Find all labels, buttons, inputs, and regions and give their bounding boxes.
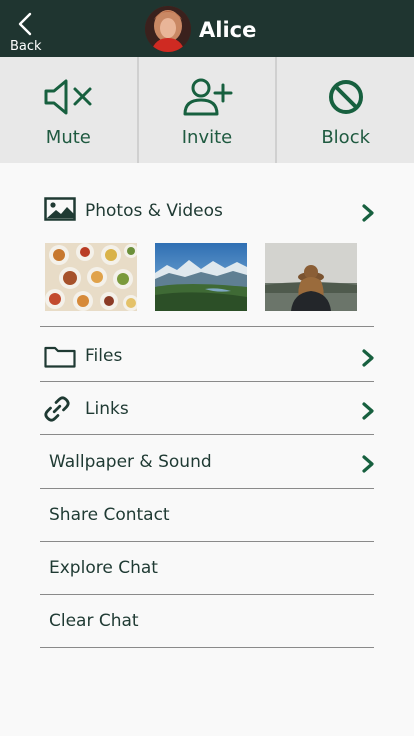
photos-videos-section: Photos & Videos [40,193,374,327]
invite-label: Invite [181,127,233,148]
explore-chat-row[interactable]: Explore Chat [40,542,374,595]
contact-details: Photos & Videos Files Links Wallpaper & … [0,163,414,736]
media-thumbnail-woman[interactable] [265,243,357,311]
link-icon [44,396,70,422]
links-row[interactable]: Links [40,382,374,435]
clear-chat-row[interactable]: Clear Chat [40,595,374,648]
media-thumbnail-mountains[interactable] [155,243,247,311]
woman-hat-photo [265,243,357,311]
links-label: Links [85,399,129,419]
wallpaper-sound-row[interactable]: Wallpaper & Sound [40,435,374,489]
folder-icon [44,346,76,368]
mute-button[interactable]: Mute [0,57,137,163]
mute-icon [44,79,92,115]
chevron-right-icon [362,204,374,222]
mountain-landscape-photo [155,243,247,311]
clear-chat-label: Clear Chat [49,611,139,631]
chevron-right-icon [362,455,374,473]
block-icon [328,80,363,114]
share-contact-row[interactable]: Share Contact [40,489,374,542]
block-label: Block [321,127,371,148]
back-label: Back [10,39,42,54]
chevron-right-icon [362,349,374,367]
share-contact-label: Share Contact [49,505,170,525]
action-bar: Mute Invite Block [0,57,414,163]
files-row[interactable]: Files [40,326,374,382]
add-user-icon [183,78,233,116]
wallpaper-sound-label: Wallpaper & Sound [49,452,212,472]
explore-chat-label: Explore Chat [49,558,158,578]
chevron-left-icon [18,12,32,36]
mute-label: Mute [45,127,91,148]
photos-videos-label: Photos & Videos [85,201,223,221]
avatar-image [145,6,191,52]
photos-videos-header[interactable]: Photos & Videos [40,193,374,229]
chevron-right-icon [362,402,374,420]
invite-button[interactable]: Invite [136,57,276,163]
top-bar: Back Alice [0,0,414,57]
contact-name: Alice [199,18,257,42]
image-icon [44,197,76,221]
back-button[interactable]: Back [10,10,50,55]
media-thumbnail-food[interactable] [45,243,137,311]
avatar[interactable] [145,6,191,52]
files-label: Files [85,346,123,366]
block-button[interactable]: Block [275,57,414,163]
food-platter-photo [45,243,137,311]
